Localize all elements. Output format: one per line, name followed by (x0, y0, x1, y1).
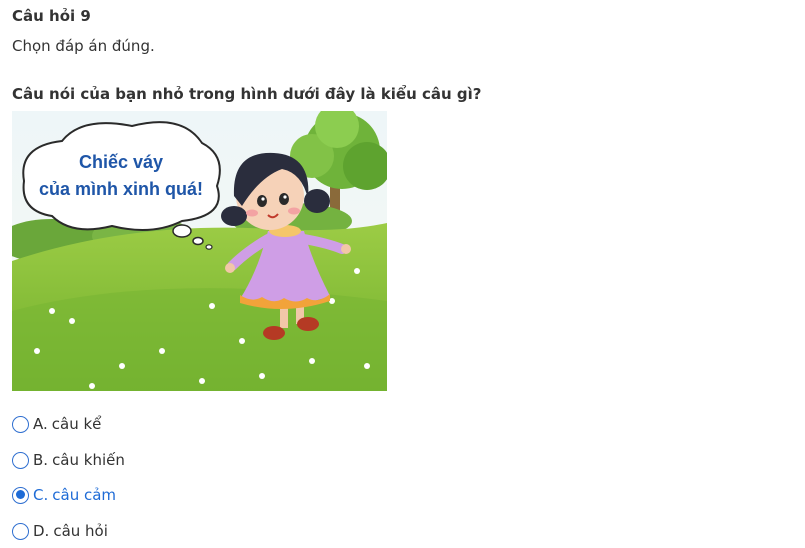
radio-icon[interactable] (12, 415, 29, 433)
option-d[interactable]: D. câu hỏi (12, 519, 108, 543)
option-a[interactable]: A. câu kể (12, 412, 101, 436)
option-text: câu kể (51, 415, 102, 433)
radio-icon[interactable] (12, 522, 29, 540)
radio-checked-icon[interactable] (12, 486, 29, 504)
option-c[interactable]: C. câu cảm (12, 483, 116, 507)
option-letter: B. (33, 451, 49, 469)
question-illustration: Chiếc váy của mình xinh quá! (12, 111, 387, 391)
option-text: câu hỏi (53, 522, 108, 540)
option-letter: C. (33, 486, 49, 504)
option-text: câu khiến (52, 451, 125, 469)
question-instruction: Chọn đáp án đúng. (12, 37, 155, 55)
quiz-question: Câu hỏi 9 Chọn đáp án đúng. Câu nói của … (0, 0, 805, 548)
option-b[interactable]: B. câu khiến (12, 448, 125, 472)
bubble-text-line2: của mình xinh quá! (39, 179, 203, 199)
radio-icon[interactable] (12, 451, 29, 469)
question-title: Câu hỏi 9 (12, 7, 91, 25)
option-letter: A. (33, 415, 48, 433)
option-letter: D. (33, 522, 50, 540)
question-stem: Câu nói của bạn nhỏ trong hình dưới đây … (12, 85, 482, 103)
bubble-text-line1: Chiếc váy (79, 152, 163, 172)
option-text: câu cảm (52, 486, 117, 504)
